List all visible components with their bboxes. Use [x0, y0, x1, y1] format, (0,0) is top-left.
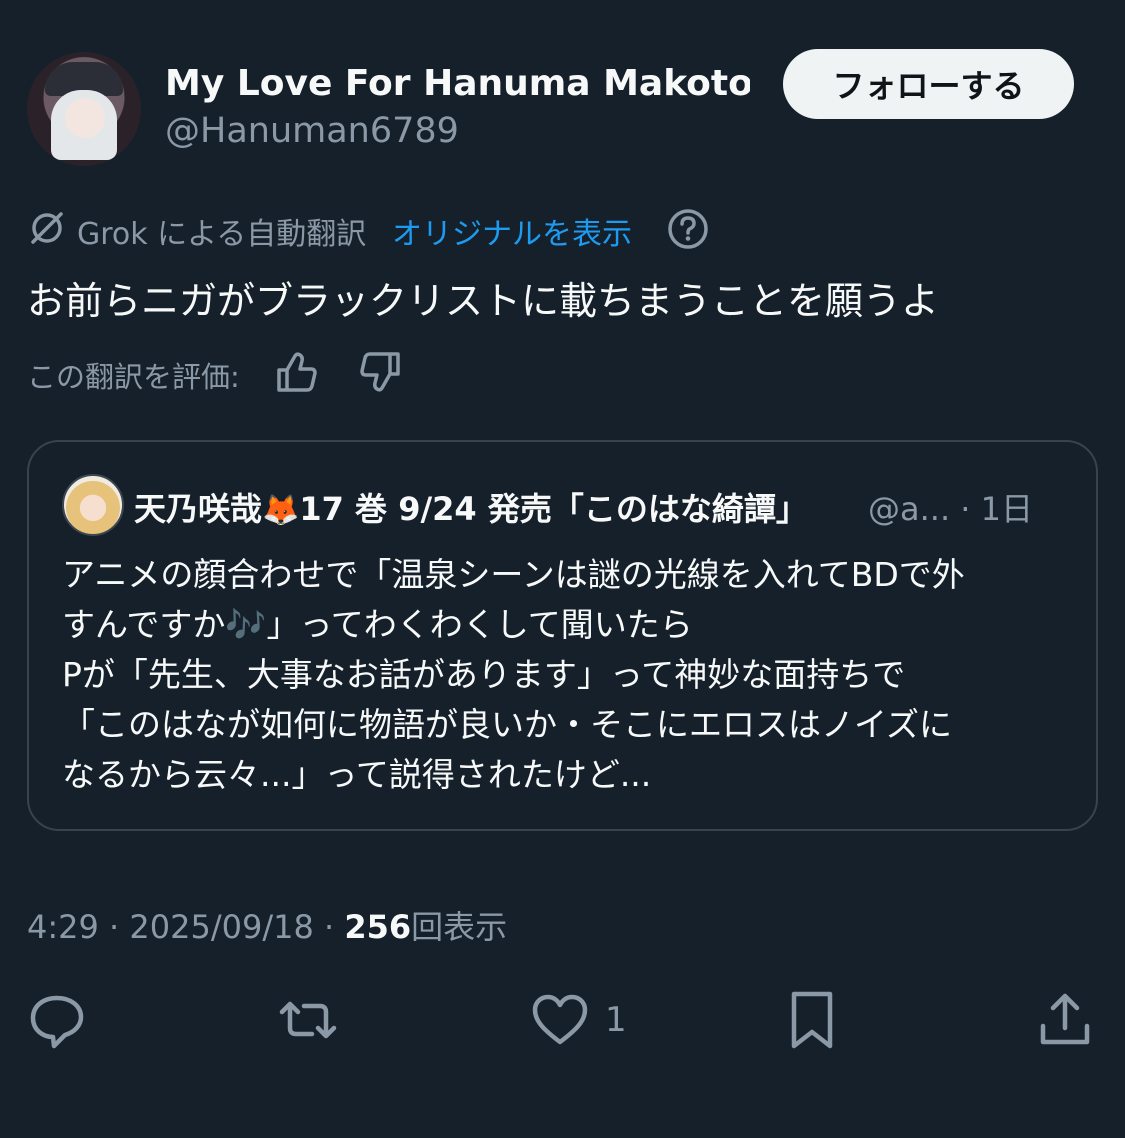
grok-icon: [31, 212, 63, 244]
auto-translation-label: Grok による自動翻訳: [77, 217, 367, 252]
help-icon[interactable]: [666, 207, 710, 251]
quoted-text-line: すんですか🎶」ってわくわくして聞いたら: [62, 605, 693, 644]
views-count: 256: [344, 908, 412, 946]
quoted-text-line: Pが「先生、大事なお話があります」って神妙な面持ちで: [62, 655, 906, 694]
quoted-author-avatar: [62, 474, 124, 536]
bookmark-icon: [791, 991, 833, 1049]
thumbs-down-icon[interactable]: [356, 348, 404, 396]
fox-emoji-icon: 🦊: [262, 493, 300, 528]
share-icon: [1040, 993, 1090, 1045]
author-display-name[interactable]: My Love For Hanuma Makoto...: [165, 63, 750, 104]
quoted-tweet-text: アニメの顔合わせで「温泉シーンは謎の光線を入れてBDで外 すんですか🎶」ってわく…: [62, 550, 1072, 800]
author-handle[interactable]: @Hanuman6789: [165, 111, 459, 151]
follow-button[interactable]: フォローする: [783, 49, 1074, 119]
quoted-author-name-text: 天乃咲哉: [134, 490, 263, 528]
tweet-timestamp: 4:29 · 2025/09/18 · 256回表示: [27, 902, 507, 948]
quoted-text-line: 「このはなが如何に物語が良いか・そこにエロスはノイズに: [62, 705, 953, 744]
bookmark-button[interactable]: [782, 990, 842, 1050]
reply-button[interactable]: [27, 990, 87, 1050]
retweet-button[interactable]: [278, 990, 338, 1050]
retweet-icon: [279, 1001, 337, 1039]
reply-icon: [30, 995, 84, 1049]
tweet-text: お前らニガがブラックリストに載ちまうことを願うよ: [27, 279, 940, 323]
heart-icon: [532, 994, 588, 1045]
like-count: 1: [605, 1000, 627, 1040]
quoted-text-line: アニメの顔合わせで「温泉シーンは謎の光線を入れてBDで外: [62, 555, 965, 594]
author-avatar[interactable]: [27, 52, 141, 166]
time-date[interactable]: 4:29 · 2025/09/18 ·: [27, 908, 344, 946]
quoted-author-name-suffix: 17 巻 9/24 発売「このはな綺譚」: [299, 490, 808, 528]
show-original-link[interactable]: オリジナルを表示: [392, 209, 632, 253]
like-button[interactable]: [530, 990, 590, 1050]
quoted-handle-time: @a... · 1日: [868, 490, 1034, 528]
quoted-author-name: 天乃咲哉🦊17 巻 9/24 発売「このはな綺譚」: [134, 484, 808, 530]
quoted-text-line: なるから云々...」って説得されたけど...: [62, 755, 652, 794]
avatar-face: [65, 98, 105, 138]
share-button[interactable]: [1035, 990, 1095, 1050]
rate-translation-label: この翻訳を評価:: [27, 360, 240, 394]
thumbs-up-icon[interactable]: [273, 348, 321, 396]
views-label: 回表示: [411, 908, 508, 946]
